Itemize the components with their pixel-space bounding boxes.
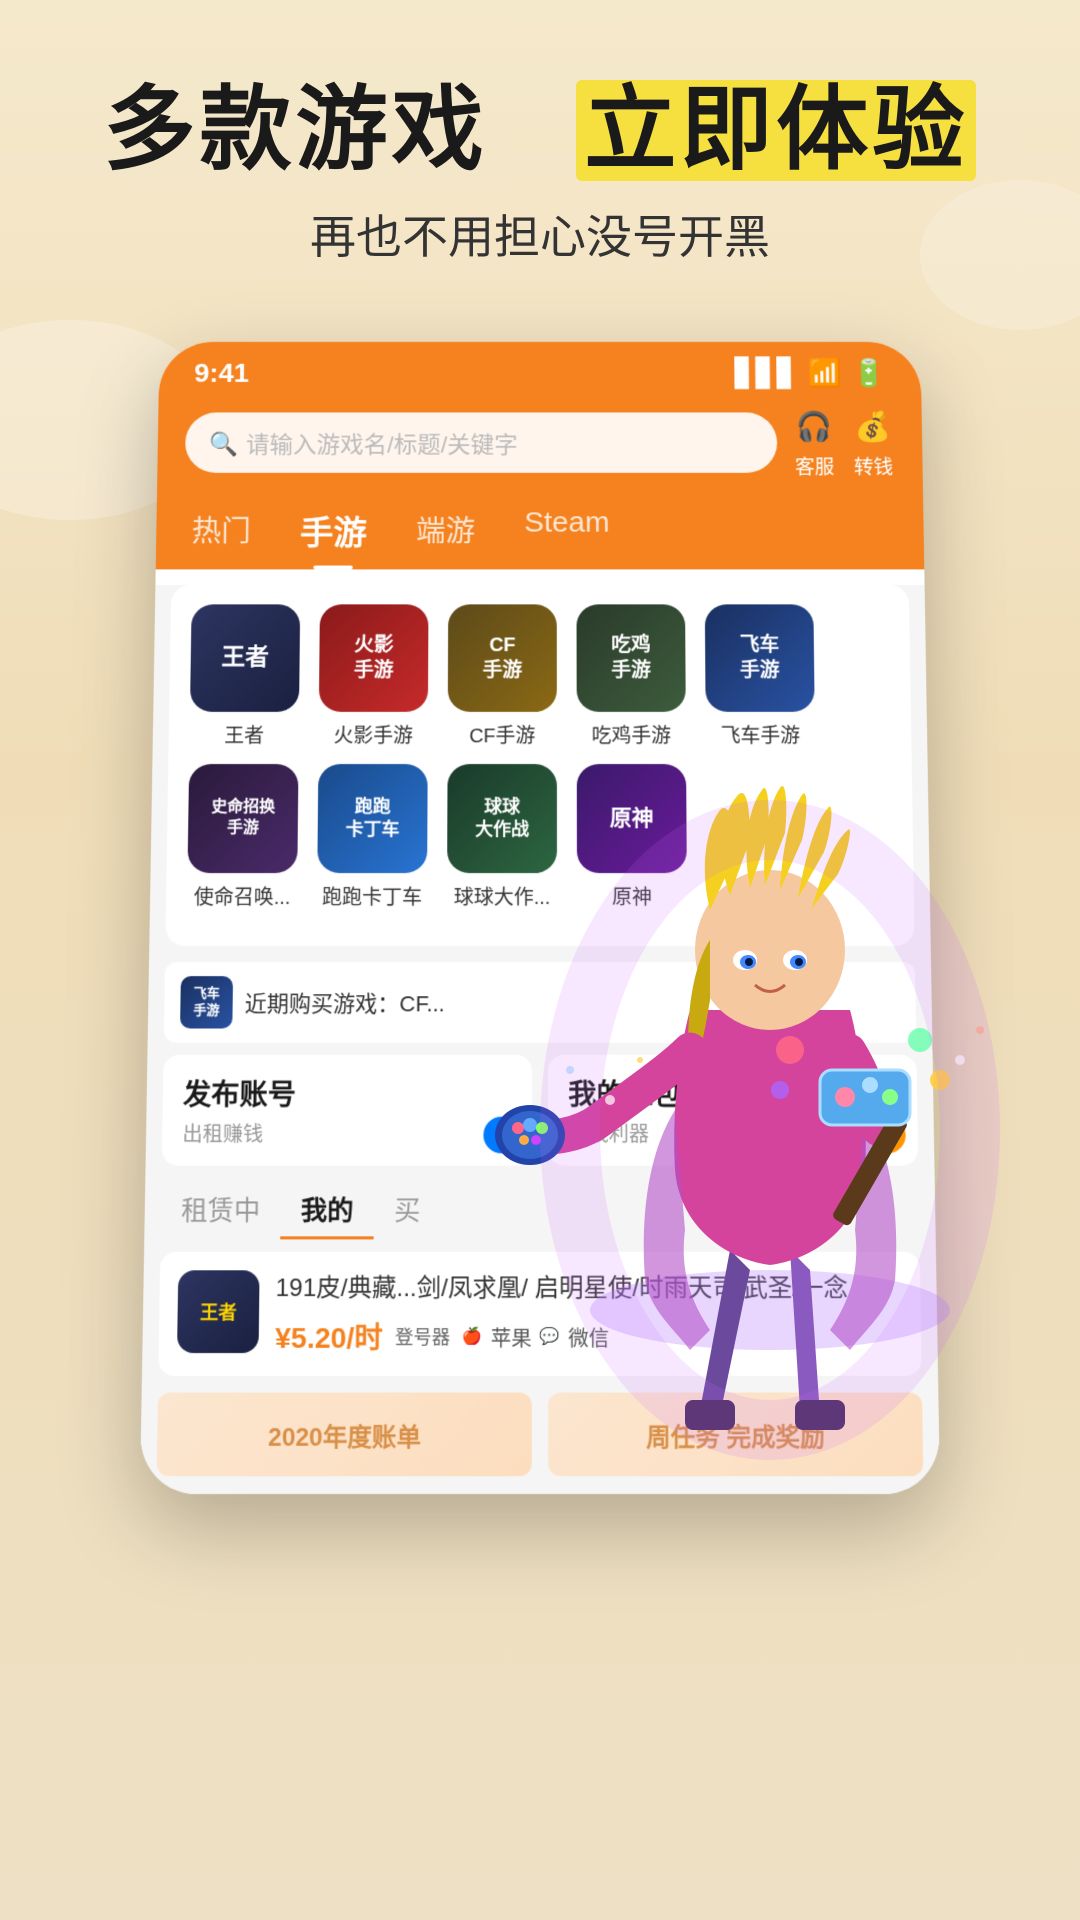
customer-service-label: 客服 bbox=[795, 452, 835, 480]
game-icon-qiuqiu: 球球大作战 bbox=[447, 764, 557, 873]
tab-hot[interactable]: 热门 bbox=[191, 499, 251, 570]
phone-mockup: 9:41 ▋▋▋ 📶 🔋 🔍 请输入游戏名/标题/关键字 🎧 bbox=[140, 342, 940, 1494]
apple-icon: 🍎 bbox=[462, 1326, 482, 1347]
game-name-paopao: 跑跑卡丁车 bbox=[312, 881, 432, 910]
customer-service-button[interactable]: 🎧 客服 bbox=[792, 406, 836, 480]
qa-title-publish: 发布账号 bbox=[183, 1073, 512, 1114]
game-item-yuanshen[interactable]: 原神 原神 bbox=[572, 764, 692, 910]
phone-content: 王者 王者 火影手游 火影手游 CF手游 CF手游 吃鸡手游 bbox=[140, 585, 940, 1494]
game-item-wangzhe[interactable]: 王者 王者 bbox=[184, 605, 305, 749]
search-icon: 🔍 bbox=[209, 430, 235, 455]
game-name-feiche: 飞车手游 bbox=[701, 720, 820, 749]
listing-game-icon: 王者 bbox=[177, 1270, 260, 1353]
game-item-shiming[interactable]: 史命招换手游 使命召唤... bbox=[182, 764, 304, 910]
tab-pc[interactable]: 端游 bbox=[416, 499, 475, 570]
game-item-feiche[interactable]: 飞车手游 飞车手游 bbox=[700, 605, 820, 749]
red-packet-card[interactable]: 我的红包 省钱利器 ¥ bbox=[548, 1055, 918, 1166]
tab-renting[interactable]: 租赁中 bbox=[161, 1182, 281, 1239]
qa-subtitle-publish: 出租赚钱 bbox=[182, 1118, 512, 1148]
content-tabs: 租赁中 我的 买 bbox=[161, 1182, 920, 1239]
game-name-qiuqiu: 球球大作... bbox=[442, 881, 562, 910]
game-name-yuanshen: 原神 bbox=[572, 881, 692, 910]
publish-account-card[interactable]: 发布账号 出租赚钱 + bbox=[162, 1055, 532, 1166]
games-row-1: 王者 王者 火影手游 火影手游 CF手游 CF手游 吃鸡手游 bbox=[184, 605, 895, 749]
game-icon-jichi: 吃鸡手游 bbox=[577, 605, 686, 713]
game-name-jichi: 吃鸡手游 bbox=[572, 720, 691, 749]
transfer-button[interactable]: 💰 转钱 bbox=[851, 406, 895, 480]
hero-title-part1: 多款游戏 bbox=[104, 79, 488, 181]
wechat-icon: 💬 bbox=[540, 1326, 560, 1347]
game-icon-cf: CF手游 bbox=[448, 605, 557, 713]
game-item-cf[interactable]: CF手游 CF手游 bbox=[443, 605, 562, 749]
game-icon-feiche: 飞车手游 bbox=[705, 605, 815, 713]
qa-subtitle-redpacket: 省钱利器 bbox=[568, 1118, 898, 1148]
phone-container: 9:41 ▋▋▋ 📶 🔋 🔍 请输入游戏名/标题/关键字 🎧 bbox=[150, 327, 930, 1480]
hero-subtitle: 再也不用担心没号开黑 bbox=[60, 201, 1020, 267]
listing-info: 191皮/典藏...剑/凤求凰/ 启明星使/时雨天司/武圣/一念 ¥5.20/时… bbox=[275, 1270, 903, 1357]
listing-item[interactable]: 王者 191皮/典藏...剑/凤求凰/ 启明星使/时雨天司/武圣/一念 ¥5.2… bbox=[158, 1252, 921, 1376]
signal-icon: ▋▋▋ bbox=[735, 357, 798, 388]
listing-platforms: 🍎 苹果 💬 微信 bbox=[462, 1322, 609, 1352]
hero-section: 多款游戏 立即体验 再也不用担心没号开黑 bbox=[0, 0, 1080, 287]
hero-title: 多款游戏 立即体验 bbox=[60, 80, 1020, 181]
recent-banner[interactable]: 飞车手游 近期购买游戏：CF... bbox=[164, 962, 917, 1043]
phone-header: 🔍 请输入游戏名/标题/关键字 🎧 客服 💰 转钱 bbox=[157, 396, 923, 499]
game-icon-yuanshen: 原神 bbox=[577, 764, 687, 873]
qa-icon-publish: + bbox=[483, 1117, 519, 1154]
status-time: 9:41 bbox=[194, 358, 249, 388]
bottom-card-weekly[interactable]: 周任务 完成奖励 bbox=[548, 1393, 923, 1477]
game-item-jichi[interactable]: 吃鸡手游 吃鸡手游 bbox=[572, 605, 691, 749]
header-actions: 🎧 客服 💰 转钱 bbox=[792, 406, 895, 480]
search-bar[interactable]: 🔍 请输入游戏名/标题/关键字 bbox=[185, 413, 778, 473]
game-item-huoying[interactable]: 火影手游 火影手游 bbox=[314, 605, 434, 749]
status-icons: ▋▋▋ 📶 🔋 bbox=[735, 357, 886, 388]
apple-label: 苹果 bbox=[491, 1322, 532, 1352]
recent-game-icon: 飞车手游 bbox=[180, 976, 233, 1028]
listing-tag-login: 登号器 bbox=[395, 1323, 450, 1350]
qa-icon-redpacket: ¥ bbox=[869, 1117, 906, 1154]
hero-title-part2: 立即体验 bbox=[576, 80, 976, 181]
transfer-label: 转钱 bbox=[854, 452, 894, 480]
listing-description: 191皮/典藏...剑/凤求凰/ 启明星使/时雨天司/武圣/一念 bbox=[275, 1270, 902, 1307]
headset-icon: 🎧 bbox=[792, 406, 836, 448]
game-item-paopao[interactable]: 跑跑卡丁车 跑跑卡丁车 bbox=[312, 764, 433, 910]
bottom-cards: 2020年度账单 周任务 完成奖励 bbox=[156, 1393, 923, 1493]
game-icon-huoying: 火影手游 bbox=[319, 605, 429, 713]
search-placeholder-text: 请输入游戏名/标题/关键字 bbox=[246, 426, 518, 460]
bottom-card-annual[interactable]: 2020年度账单 bbox=[157, 1393, 532, 1477]
games-grid: 王者 王者 火影手游 火影手游 CF手游 CF手游 吃鸡手游 bbox=[165, 585, 914, 946]
tab-mine[interactable]: 我的 bbox=[280, 1182, 374, 1239]
listing-price-row: ¥5.20/时 登号器 🍎 苹果 💬 微信 bbox=[275, 1316, 903, 1357]
game-icon-wangzhe: 王者 bbox=[190, 605, 300, 713]
game-icon-paopao: 跑跑卡丁车 bbox=[317, 764, 427, 873]
recent-text: 近期购买游戏：CF... bbox=[245, 986, 445, 1018]
tab-mobile[interactable]: 手游 bbox=[300, 499, 368, 570]
coin-icon: 💰 bbox=[851, 406, 895, 448]
game-item-qiuqiu[interactable]: 球球大作战 球球大作... bbox=[442, 764, 562, 910]
games-row-2: 史命招换手游 使命召唤... 跑跑卡丁车 跑跑卡丁车 球球大作战 球球大作... bbox=[182, 764, 898, 910]
wifi-icon: 📶 bbox=[808, 357, 842, 388]
nav-tabs: 热门 手游 端游 Steam bbox=[156, 499, 925, 570]
game-name-huoying: 火影手游 bbox=[314, 720, 433, 749]
game-name-cf: CF手游 bbox=[443, 720, 562, 749]
quick-actions: 发布账号 出租赚钱 + 我的红包 省钱利器 ¥ bbox=[162, 1055, 919, 1166]
search-row: 🔍 请输入游戏名/标题/关键字 🎧 客服 💰 转钱 bbox=[185, 406, 896, 480]
game-icon-shiming: 史命招换手游 bbox=[187, 764, 298, 873]
battery-icon: 🔋 bbox=[852, 357, 887, 388]
page-wrapper: 多款游戏 立即体验 再也不用担心没号开黑 9:41 ▋▋▋ 📶 🔋 � bbox=[0, 0, 1080, 1920]
game-name-shiming: 使命召唤... bbox=[182, 881, 302, 910]
qa-title-redpacket: 我的红包 bbox=[568, 1073, 897, 1114]
listing-price: ¥5.20/时 bbox=[275, 1316, 383, 1357]
tab-buy[interactable]: 买 bbox=[374, 1182, 441, 1239]
wechat-label: 微信 bbox=[568, 1322, 609, 1352]
tab-steam[interactable]: Steam bbox=[524, 499, 609, 570]
status-bar: 9:41 ▋▋▋ 📶 🔋 bbox=[159, 342, 922, 396]
game-name-wangzhe: 王者 bbox=[184, 720, 303, 749]
